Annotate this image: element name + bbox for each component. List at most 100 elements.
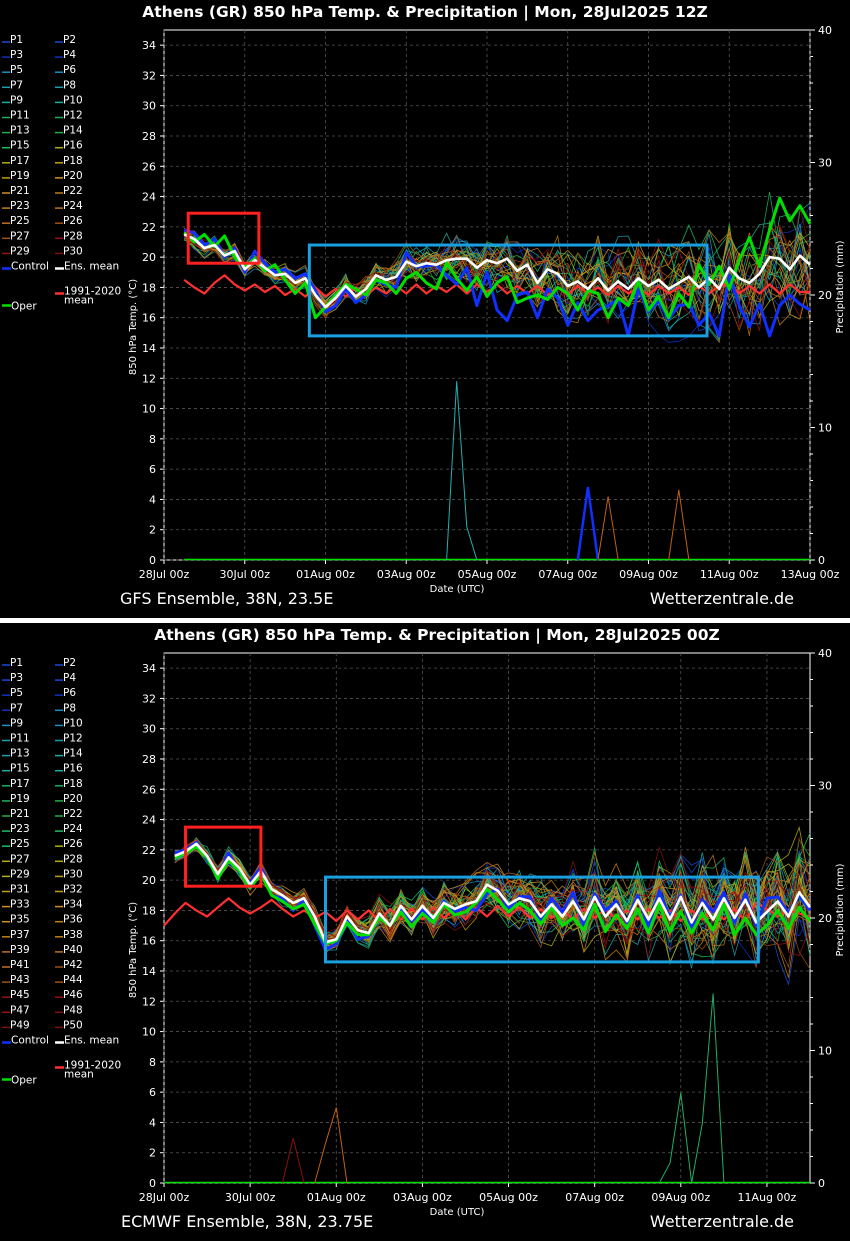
x-tick-label: 03Aug 00z [377, 568, 436, 581]
y-axis-label: 850 hPa Temp. (°C) [128, 902, 139, 998]
y-tick-label: 26 [142, 160, 156, 173]
y-tick-label: 16 [142, 935, 156, 948]
x-tick-label: 01Aug 00z [296, 568, 355, 581]
y-tick-label: 12 [142, 995, 156, 1008]
legend-item-p39: P39 [10, 944, 30, 956]
legend-item-p22: P22 [63, 185, 83, 197]
legend-item-p16: P16 [63, 140, 83, 152]
gfs-ensemble-chart: Athens (GR) 850 hPa Temp. & Precipitatio… [2, 3, 846, 608]
legend-item-p26: P26 [63, 838, 83, 850]
legend-item-p16: P16 [63, 763, 83, 775]
legend-item-p37: P37 [10, 929, 30, 941]
x-tick-label: 05Aug 00z [458, 568, 517, 581]
precip-line-p38 [281, 1137, 305, 1184]
chart-title: Athens (GR) 850 hPa Temp. & Precipitatio… [154, 626, 719, 645]
y-tick-label: 18 [142, 281, 156, 294]
legend-item-p9: P9 [10, 717, 23, 729]
legend-item-p30: P30 [63, 245, 83, 257]
legend-item-p23: P23 [10, 200, 30, 212]
legend-item-p5: P5 [10, 64, 23, 76]
precip-line-p48 [658, 1092, 693, 1184]
model-label: ECMWF Ensemble, 38N, 23.75E [121, 1212, 373, 1231]
y-axis-label: 850 hPa Temp. (°C) [128, 279, 139, 375]
legend-item-p23: P23 [10, 823, 30, 835]
legend-item-p30: P30 [63, 868, 83, 880]
legend-item-p7: P7 [10, 79, 23, 91]
y-tick-label: 6 [149, 463, 156, 476]
legend-item-p11: P11 [10, 110, 30, 122]
legend-item-p13: P13 [10, 748, 30, 760]
legend-item-ens-mean: Ens. mean [64, 261, 119, 273]
legend-item-p14: P14 [63, 748, 83, 760]
ecmwf-ensemble-chart: Athens (GR) 850 hPa Temp. & Precipitatio… [2, 626, 846, 1231]
legend-item-p28: P28 [63, 230, 83, 242]
legend-item-p20: P20 [63, 170, 83, 182]
y2-axis-label: Precipitation (mm) [835, 863, 846, 956]
model-label: GFS Ensemble, 38N, 23.5E [120, 589, 333, 608]
y-tick-label: 20 [142, 251, 156, 264]
x-tick-label: 11Aug 00z [738, 1191, 797, 1204]
y-tick-label: 14 [142, 342, 156, 355]
legend-item-p6: P6 [63, 64, 76, 76]
precip-line-control [576, 486, 600, 561]
legend-item-p45: P45 [10, 989, 30, 1001]
plot-area: 0246810121416182022242628303234010203040… [128, 24, 846, 595]
legend-item-p14: P14 [63, 125, 83, 137]
y-tick-label: 32 [142, 692, 156, 705]
legend-item-p3: P3 [10, 672, 23, 684]
legend-item-p21: P21 [10, 808, 30, 820]
legend-item-p12: P12 [63, 110, 83, 122]
y-tick-label: 2 [149, 524, 156, 537]
legend-item-p43: P43 [10, 974, 30, 986]
legend-item-p19: P19 [10, 793, 30, 805]
y-tick-label: 0 [149, 554, 156, 567]
legend-item-p11: P11 [10, 733, 30, 745]
legend-item-p4: P4 [63, 49, 76, 61]
legend-item-climatology-line2: mean [64, 1069, 94, 1081]
x-axis-label: Date (UTC) [430, 1207, 485, 1218]
legend-item-climatology-line2: mean [64, 295, 94, 307]
y-tick-label: 24 [142, 191, 156, 204]
x-tick-label: 30Jul 00z [225, 1191, 276, 1204]
y-tick-label: 8 [149, 433, 156, 446]
y-tick-label: 24 [142, 814, 156, 827]
legend-item-p17: P17 [10, 778, 30, 790]
legend-item-p26: P26 [63, 215, 83, 227]
y2-tick-label: 20 [818, 289, 832, 302]
legend-item-p19: P19 [10, 170, 30, 182]
legend-item-p3: P3 [10, 49, 23, 61]
legend-item-p5: P5 [10, 687, 23, 699]
legend-item-p35: P35 [10, 914, 30, 926]
legend-item-p29: P29 [10, 868, 30, 880]
legend-item-p27: P27 [10, 230, 30, 242]
legend-item-p10: P10 [63, 717, 83, 729]
y2-tick-label: 10 [818, 422, 832, 435]
x-tick-label: 11Aug 00z [700, 568, 759, 581]
y-tick-label: 14 [142, 965, 156, 978]
x-tick-label: 05Aug 00z [479, 1191, 538, 1204]
legend-item-control: Control [11, 1035, 49, 1047]
x-tick-label: 07Aug 00z [538, 568, 597, 581]
y2-tick-label: 0 [818, 554, 825, 567]
x-tick-label: 30Jul 00z [219, 568, 270, 581]
y2-axis-label: Precipitation (mm) [835, 240, 846, 333]
y-tick-label: 10 [142, 403, 156, 416]
y2-tick-label: 40 [818, 647, 832, 660]
legend-item-ens-mean: Ens. mean [64, 1035, 119, 1047]
legend-item-p49: P49 [10, 1019, 30, 1031]
legend-item-p6: P6 [63, 687, 76, 699]
y-tick-label: 34 [142, 662, 156, 675]
legend-item-p17: P17 [10, 155, 30, 167]
gfs-ensemble-panel: Athens (GR) 850 hPa Temp. & Precipitatio… [0, 0, 850, 618]
legend-item-p1: P1 [10, 657, 23, 669]
y-tick-label: 16 [142, 312, 156, 325]
y-tick-label: 6 [149, 1086, 156, 1099]
y-tick-label: 30 [142, 723, 156, 736]
legend-item-p10: P10 [63, 94, 83, 106]
legend-item-p29: P29 [10, 245, 30, 257]
legend-item-p21: P21 [10, 185, 30, 197]
legend-item-p12: P12 [63, 733, 83, 745]
y-tick-label: 4 [149, 493, 156, 506]
y2-tick-label: 30 [818, 157, 832, 170]
y-tick-label: 32 [142, 69, 156, 82]
